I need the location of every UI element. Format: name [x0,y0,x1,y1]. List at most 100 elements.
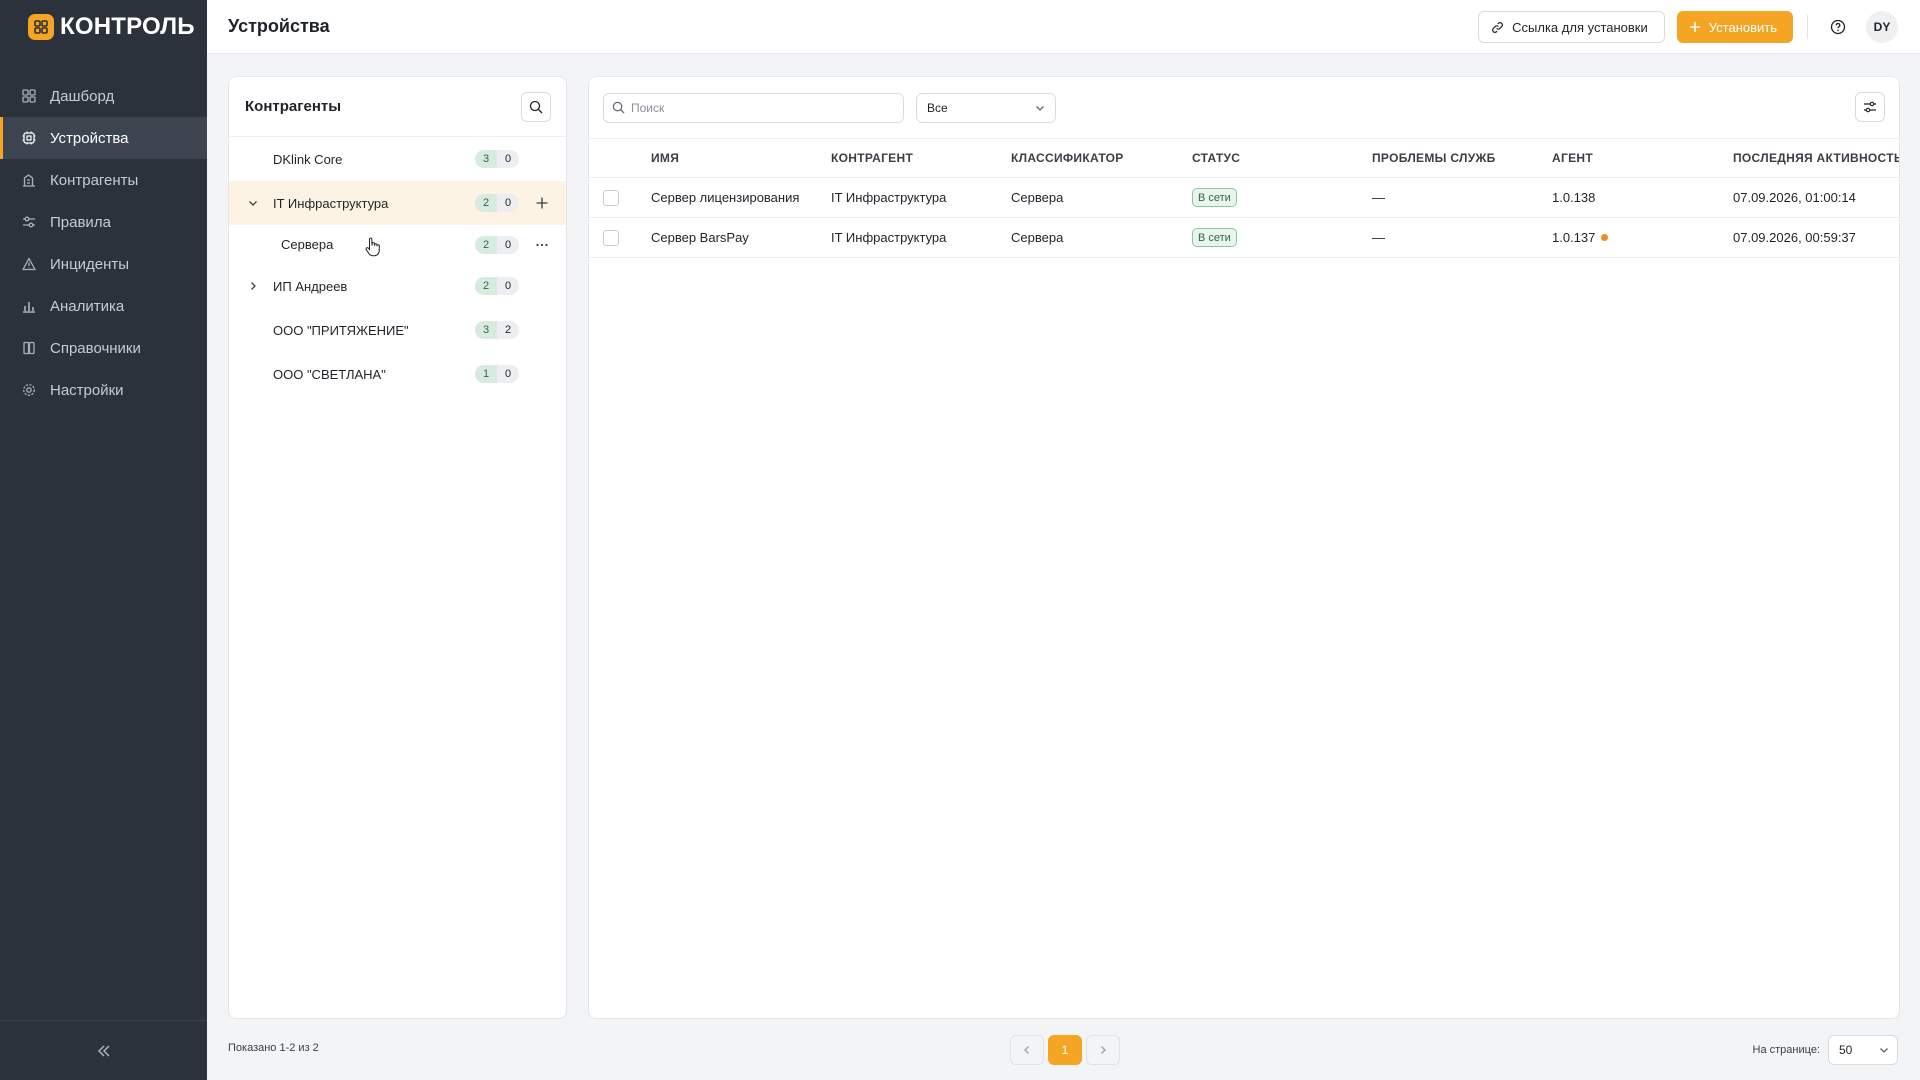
sidebar-item-label: Правила [50,213,111,231]
online-count: 2 [475,235,497,254]
sliders-icon [1864,101,1876,113]
status-badge: В сети [1192,188,1237,207]
shown-count: Показано 1-2 из 2 [228,1042,319,1054]
table-row[interactable]: Сервер BarsPay IT Инфраструктура Сервера… [589,218,1899,258]
tree-item[interactable]: ООО "СВЕТЛАНА" 10 [229,352,566,396]
online-count: 3 [475,150,497,168]
gear-icon [22,383,36,397]
help-button[interactable] [1822,11,1854,43]
device-counts: 20 [475,235,519,254]
prev-page-button[interactable] [1010,1035,1044,1065]
sidebar-item-dashboard[interactable]: Дашборд [0,75,207,117]
column-header-status[interactable]: СТАТУС [1192,139,1240,177]
device-icon [22,131,36,145]
link-icon [1492,21,1504,33]
chevron-left-icon [1024,1046,1029,1054]
tree-item[interactable]: ООО "ПРИТЯЖЕНИЕ" 32 [229,308,566,352]
sidebar-item-settings[interactable]: Настройки [0,369,207,411]
hand-cursor-icon [365,237,380,257]
tree-item-label: ООО "СВЕТЛАНА" [273,366,386,382]
chevron-down-icon[interactable] [246,196,260,210]
offline-count: 2 [497,321,519,339]
pagination: 1 [1010,1035,1120,1065]
counterparties-title: Контрагенты [245,98,342,115]
column-header-name[interactable]: ИМЯ [651,139,679,177]
avatar[interactable]: DY [1866,11,1898,43]
device-name[interactable]: Сервер BarsPay [651,218,749,257]
add-group-button[interactable] [533,194,551,212]
device-counterparty: IT Инфраструктура [831,230,947,245]
grid-icon [22,89,36,103]
more-options-button[interactable] [533,236,551,254]
logo-icon [28,14,54,40]
devices-panel: Все ИМЯ КОНТРАГЕНТ КЛАССИФИКАТОР СТАТУС … [588,76,1900,1019]
tree-item-label: ИП Андреев [273,278,348,294]
chevron-right-icon[interactable] [246,279,260,293]
page-title: Устройства [228,16,330,36]
more-horizontal-icon [536,243,548,246]
sidebar-item-incidents[interactable]: Инциденты [0,243,207,285]
online-count: 3 [475,321,497,339]
sidebar-collapse-button[interactable] [0,1020,207,1080]
column-header-agent[interactable]: АГЕНТ [1552,139,1593,177]
sidebar-item-label: Настройки [50,381,124,399]
table-header: ИМЯ КОНТРАГЕНТ КЛАССИФИКАТОР СТАТУС ПРОБ… [589,138,1899,178]
next-page-button[interactable] [1086,1035,1120,1065]
offline-count: 0 [497,365,519,383]
tree-item-label: Сервера [281,237,334,252]
counterparties-tree: DKlink Core 30 IT Инфраструктура 20 Серв… [229,137,566,396]
sidebar-nav: Дашборд Устройства Контрагенты Правила И… [0,75,207,411]
devices-search[interactable] [603,92,904,123]
per-page-control: На странице: 50 [1753,1035,1898,1065]
device-name[interactable]: Сервер лицензирования [651,178,799,217]
row-checkbox[interactable] [603,229,619,246]
device-counts: 20 [475,277,519,295]
column-header-last-activity[interactable]: ПОСЛЕДНЯЯ АКТИВНОСТЬ [1733,139,1899,177]
offline-count: 0 [497,150,519,168]
column-header-service-problems[interactable]: ПРОБЛЕМЫ СЛУЖБ [1372,139,1496,177]
table-settings-button[interactable] [1855,92,1885,122]
install-link-button[interactable]: Ссылка для установки [1478,11,1665,43]
agent-version: 1.0.137 [1552,230,1596,245]
plus-icon [536,197,548,209]
per-page-label: На странице: [1752,1044,1820,1056]
table-row[interactable]: Сервер лицензирования IT Инфраструктура … [589,178,1899,218]
tree-item[interactable]: IT Инфраструктура 20 [229,181,566,225]
sidebar-item-analytics[interactable]: Аналитика [0,285,207,327]
status-filter-select[interactable]: Все [916,92,1056,123]
install-button[interactable]: Установить [1676,11,1793,43]
tree-item[interactable]: Сервера 20 [229,225,566,264]
sidebar-item-counterparties[interactable]: Контрагенты [0,159,207,201]
counterparties-header: Контрагенты [229,77,566,137]
sidebar-item-references[interactable]: Справочники [0,327,207,369]
column-header-classifier[interactable]: КЛАССИФИКАТОР [1011,139,1124,177]
per-page-select[interactable]: 50 [1828,1035,1898,1065]
sidebar-item-rules[interactable]: Правила [0,201,207,243]
tree-item[interactable]: DKlink Core 30 [229,137,566,181]
row-checkbox[interactable] [603,189,619,206]
device-counterparty: IT Инфраструктура [831,190,947,205]
logo[interactable]: КОНТРОЛЬ [0,0,207,54]
header-actions: Ссылка для установки Установить DY [1478,11,1898,43]
bar-chart-icon [22,299,36,313]
sidebar-item-label: Устройства [50,129,129,147]
column-header-counterparty[interactable]: КОНТРАГЕНТ [831,139,913,177]
device-counts: 10 [475,365,519,383]
device-counts: 20 [475,194,519,212]
counterparties-panel: Контрагенты DKlink Core 30 IT Инфраструк… [228,76,567,1019]
sidebar-item-label: Справочники [50,339,141,357]
agent-version-cell: 1.0.137 [1552,218,1609,257]
tree-item[interactable]: ИП Андреев 20 [229,264,566,308]
agent-update-indicator [1601,234,1609,241]
book-icon [22,341,36,355]
counterparties-search-button[interactable] [521,91,551,122]
per-page-value: 50 [1839,1043,1853,1057]
page-button[interactable]: 1 [1048,1035,1082,1065]
chevron-down-icon [1880,1048,1888,1053]
sidebar-item-devices[interactable]: Устройства [0,117,207,159]
chevron-right-icon [1101,1046,1106,1054]
search-input[interactable] [631,100,891,115]
search-icon [612,101,625,114]
sidebar-item-label: Аналитика [50,297,125,315]
last-activity: 07.09.2026, 01:00:14 [1733,190,1856,205]
